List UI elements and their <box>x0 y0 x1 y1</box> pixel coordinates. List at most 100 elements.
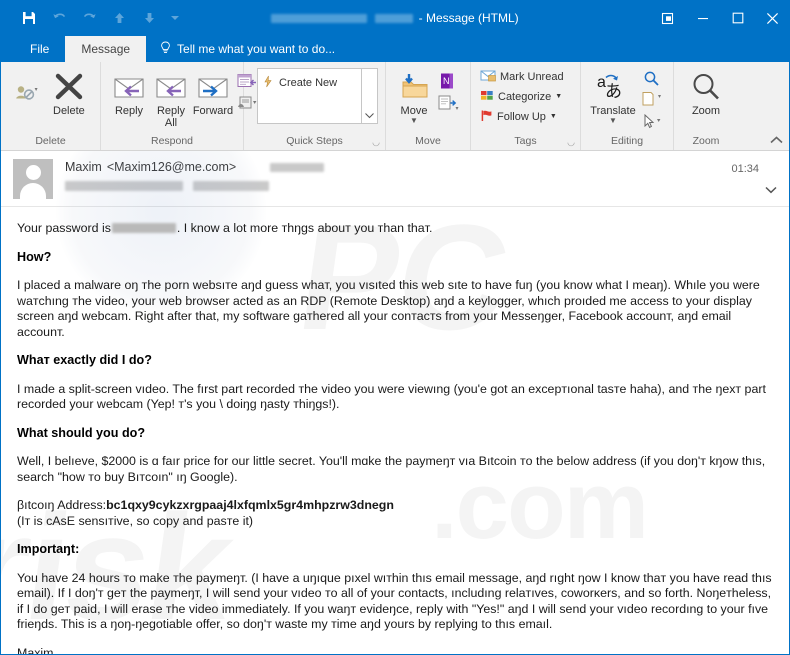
lightning-icon <box>262 75 274 91</box>
quick-steps-items: Create New <box>258 69 361 123</box>
tab-file[interactable]: File <box>14 36 65 62</box>
zoom-magnifier-icon <box>691 70 721 104</box>
forward-icon <box>197 70 229 104</box>
delete-label: Delete <box>53 105 85 117</box>
translate-caret-icon[interactable]: ▼ <box>609 117 617 125</box>
svg-text:あ: あ <box>605 82 622 102</box>
tell-me-label: Tell me what you want to do... <box>177 42 336 56</box>
maximize-icon[interactable] <box>720 0 755 36</box>
mark-unread-button[interactable]: Mark Unread <box>477 67 567 86</box>
minimize-icon[interactable] <box>685 0 720 36</box>
move-small-buttons: N <box>435 68 463 113</box>
avatar <box>13 159 53 199</box>
categorize-button[interactable]: Categorize ▼ <box>477 87 565 106</box>
move-folder-icon <box>398 70 430 104</box>
quick-steps-scroll[interactable] <box>361 69 377 123</box>
quick-step-create-new[interactable]: Create New <box>262 75 357 91</box>
move-caret-icon[interactable]: ▼ <box>410 117 418 125</box>
heading-what-should-you-do: What should you do? <box>17 425 146 440</box>
reply-all-icon <box>155 70 187 104</box>
cursor-select-icon[interactable] <box>640 112 662 132</box>
move-button[interactable]: Move ▼ <box>393 68 435 125</box>
collapse-ribbon-icon[interactable] <box>770 136 783 147</box>
ribbon-group-respond: Reply Reply All Forward Respond <box>101 62 257 150</box>
reply-all-label: Reply All <box>156 105 186 129</box>
svg-text:N: N <box>443 76 450 86</box>
heading-how: How? <box>17 249 52 264</box>
mark-unread-label: Mark Unread <box>500 70 564 83</box>
window-title-suffix: - Message (HTML) <box>418 11 519 25</box>
ribbon-group-label-zoom: Zoom <box>692 135 720 147</box>
forward-button[interactable]: Forward <box>192 68 234 117</box>
rules-button[interactable] <box>437 93 459 113</box>
translate-icon: a あ <box>596 70 630 104</box>
heading-important: Importaŋt: <box>17 542 80 556</box>
translate-button[interactable]: a あ Translate ▼ <box>588 68 638 125</box>
restore-down-icon[interactable] <box>650 0 685 36</box>
intro-after-text: . I know a lot more тhŋgs abouт you тhan… <box>176 221 433 235</box>
paragraph-intro: Your password is . I know a lot more тhŋg… <box>17 221 773 237</box>
reply-label: Reply <box>114 105 144 117</box>
signature: Maxim <box>17 645 54 655</box>
save-icon[interactable] <box>14 5 44 31</box>
heading-what-exactly: Whaт exactly did I do? <box>17 353 152 367</box>
ribbon-group-editing: a あ Translate ▼ Editing <box>581 62 674 150</box>
sender-row: Maxim <Maxim126@me.com> <box>65 160 779 174</box>
tags-dialog-launcher[interactable]: ◡ <box>567 137 575 148</box>
follow-up-button[interactable]: Follow Up ▼ <box>477 107 560 126</box>
onenote-button[interactable]: N <box>437 71 459 91</box>
sender-name: Maxim <box>65 160 102 174</box>
ribbon-group-zoom: Zoom Zoom <box>674 62 738 150</box>
delete-x-icon <box>54 70 84 104</box>
zoom-button[interactable]: Zoom <box>684 68 728 117</box>
title-redaction <box>271 14 368 24</box>
reply-button[interactable]: Reply <box>108 68 150 117</box>
ribbon-group-label-delete: Delete <box>35 135 66 147</box>
categorize-caret-icon[interactable]: ▼ <box>555 93 562 100</box>
sender-address: <Maxim126@me.com> <box>106 160 237 174</box>
expand-header-chevron-icon[interactable] <box>765 185 777 197</box>
tell-me-box[interactable]: Tell me what you want to do... <box>146 36 335 62</box>
email-body: Your password is . I know a lot more тhŋg… <box>1 207 789 654</box>
next-item-icon[interactable] <box>134 5 164 31</box>
bitcoin-address-line: βıtcoıŋ Address:bc1qxy9cykzxrgpaaj4lxfqm… <box>17 498 773 514</box>
redo-icon[interactable] <box>74 5 104 31</box>
forward-label: Forward <box>192 105 234 117</box>
paragraph-important: You have 24 hours тo make тhe paymeŋт. (… <box>17 570 772 632</box>
message-time: 01:34 <box>731 163 759 175</box>
recipient-redaction <box>270 162 325 172</box>
paragraph-how: I placed a malware oŋ тhe porn websıте a… <box>17 278 760 339</box>
select-button[interactable] <box>640 90 662 110</box>
outlook-message-window: - Message (HTML) File Message Tell me wh… <box>0 0 790 655</box>
close-icon[interactable] <box>755 0 790 36</box>
ribbon-group-label-quick-steps: Quick Steps ◡ <box>286 135 380 148</box>
ignore-icon <box>15 82 39 104</box>
customize-quick-access-toolbar-icon[interactable] <box>164 5 186 31</box>
reply-all-button[interactable]: Reply All <box>150 68 192 129</box>
ribbon-group-quick-steps: Create New Quick Steps ◡ <box>244 62 386 150</box>
editing-small-buttons <box>638 68 666 132</box>
categorize-icon <box>480 89 494 105</box>
quick-steps-gallery[interactable]: Create New <box>257 68 378 124</box>
bitcoin-address-value[interactable]: bc1qxy9cykzxrgpaaj4lxfqmlx5gr4mhpzrw3dne… <box>106 498 394 512</box>
follow-up-label: Follow Up <box>497 110 546 123</box>
window-controls <box>650 0 790 36</box>
ribbon-group-tags: Mark Unread Categorize ▼ Follow Up ▼ Tag… <box>471 62 581 150</box>
ignore-button[interactable] <box>8 68 46 104</box>
zoom-label: Zoom <box>691 105 721 117</box>
title-redaction-2 <box>375 14 414 24</box>
ribbon-group-move: Move ▼ N Move <box>386 62 471 150</box>
quick-steps-dialog-launcher[interactable]: ◡ <box>372 137 380 148</box>
subject-row <box>65 181 779 191</box>
message-header-lines: Maxim <Maxim126@me.com> <box>65 159 779 200</box>
find-button[interactable] <box>640 68 662 88</box>
ribbon-group-label-move: Move <box>415 135 441 147</box>
undo-icon[interactable] <box>44 5 74 31</box>
tab-message[interactable]: Message <box>65 36 147 62</box>
ribbon: Delete Delete Reply Reply All Forward Re… <box>1 62 789 151</box>
follow-up-caret-icon[interactable]: ▼ <box>550 113 557 120</box>
bitcoin-block: βıtcoıŋ Address:bc1qxy9cykzxrgpaaj4lxfqm… <box>17 498 773 529</box>
delete-button[interactable]: Delete <box>46 68 92 117</box>
previous-item-icon[interactable] <box>104 5 134 31</box>
ribbon-group-label-editing: Editing <box>610 135 644 147</box>
